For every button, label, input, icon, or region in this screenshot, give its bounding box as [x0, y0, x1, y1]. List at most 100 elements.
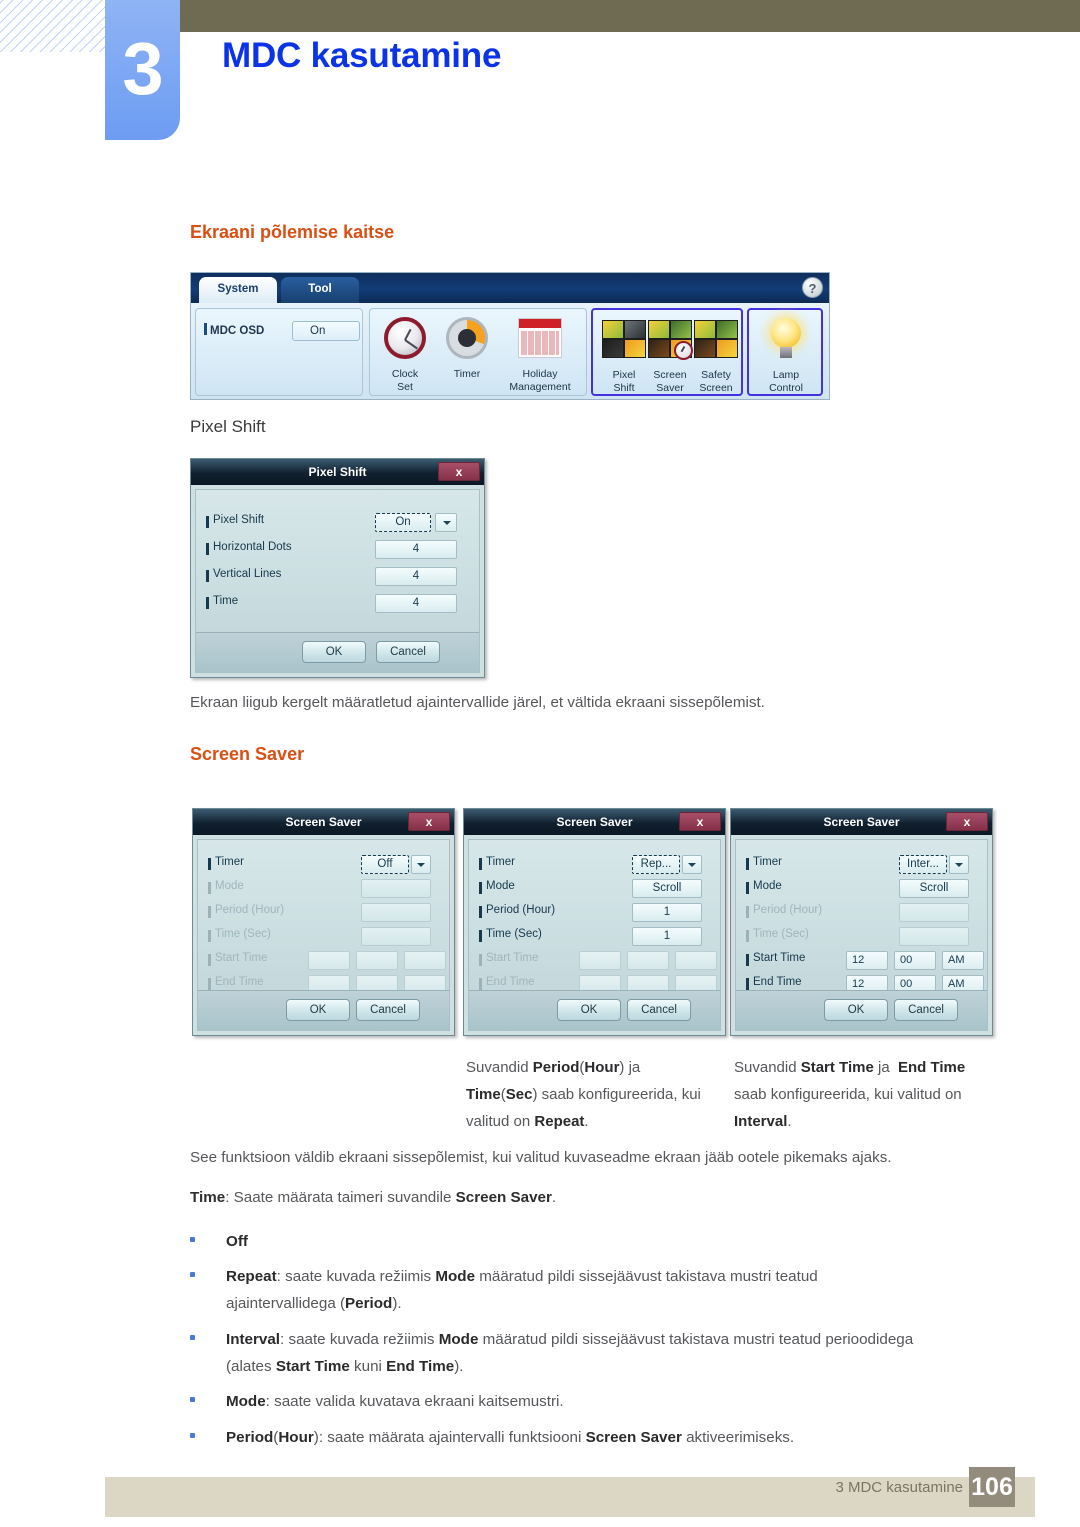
dialog-title: Screen Saver	[285, 815, 362, 829]
row-timer: Timer Inter...	[736, 854, 987, 876]
footer-bar: 3 MDC kasutamine 106	[105, 1467, 1035, 1517]
row-marker-icon	[206, 597, 209, 609]
timer-dropdown-arrow[interactable]	[411, 855, 431, 874]
start-minute-stepper[interactable]: 00	[894, 951, 936, 970]
row-period: Period (Hour)	[198, 902, 449, 924]
mode-dropdown[interactable]: Scroll	[632, 879, 702, 898]
start-hour-stepper[interactable]	[308, 951, 350, 970]
tool-label-line2: Screen	[699, 381, 733, 394]
ok-button[interactable]: OK	[557, 999, 621, 1021]
close-icon[interactable]: x	[438, 462, 480, 481]
tool-holiday-management[interactable]: Holiday Management	[494, 315, 586, 393]
period-dropdown[interactable]	[899, 903, 969, 922]
row-marker-icon	[479, 858, 482, 870]
osd-marker-icon	[204, 323, 207, 335]
time-dropdown[interactable]: 4	[375, 594, 457, 613]
dialog-footer: OK Cancel	[736, 990, 987, 1030]
row-marker-icon	[208, 858, 211, 870]
list-item-text: Interval: saate kuvada režiimis Mode mää…	[226, 1331, 914, 1375]
close-icon[interactable]: x	[408, 812, 450, 831]
mode-dropdown[interactable]	[361, 879, 431, 898]
time-sec-dropdown[interactable]	[361, 927, 431, 946]
cancel-button[interactable]: Cancel	[356, 999, 420, 1021]
tool-label-line2: Shift	[613, 381, 635, 394]
timer-dropdown-arrow[interactable]	[949, 855, 969, 874]
tab-tool[interactable]: Tool	[281, 277, 359, 303]
list-item-text: Mode: saate valida kuvatava ekraani kait…	[226, 1393, 564, 1410]
close-icon[interactable]: x	[946, 812, 988, 831]
row-label: Time	[213, 595, 239, 607]
bullet-icon	[190, 1433, 195, 1438]
row-label: Timer	[753, 856, 782, 868]
tool-clock-set[interactable]: Clock Set	[374, 315, 436, 393]
dialog-title: Screen Saver	[823, 815, 900, 829]
tool-lamp-control[interactable]: Lamp Control	[755, 316, 817, 394]
cancel-button[interactable]: Cancel	[376, 641, 440, 663]
timer-dropdown[interactable]: Rep...	[632, 855, 680, 874]
row-period: Period (Hour) 1	[469, 902, 720, 924]
start-minute-stepper[interactable]	[627, 951, 669, 970]
tool-safety-screen[interactable]: Safety Screen	[685, 316, 747, 394]
mode-dropdown[interactable]: Scroll	[899, 879, 969, 898]
list-item: Off	[190, 1228, 990, 1255]
holiday-management-icon	[494, 315, 586, 365]
row-label: Time (Sec)	[215, 928, 271, 940]
help-icon[interactable]: ?	[802, 277, 823, 298]
row-marker-icon	[208, 882, 211, 894]
pixel-shift-dropdown-arrow[interactable]	[435, 513, 457, 532]
row-marker-icon	[479, 930, 482, 942]
row-marker-icon	[206, 570, 209, 582]
safety-screen-icon	[685, 316, 747, 366]
start-minute-stepper[interactable]	[356, 951, 398, 970]
bullet-icon	[190, 1335, 195, 1340]
timer-dropdown[interactable]: Inter...	[899, 855, 947, 874]
close-icon[interactable]: x	[679, 812, 721, 831]
dialog-titlebar: Pixel Shift x	[191, 459, 484, 485]
decorative-hatch-pattern	[0, 0, 120, 52]
start-ampm-stepper[interactable]	[404, 951, 446, 970]
time-sec-dropdown[interactable]	[899, 927, 969, 946]
time-sec-dropdown[interactable]: 1	[632, 927, 702, 946]
cancel-button[interactable]: Cancel	[627, 999, 691, 1021]
osd-dropdown[interactable]: On	[292, 321, 360, 341]
start-ampm-stepper[interactable]	[675, 951, 717, 970]
mdc-toolbar-screenshot: System Tool ? MDC OSD On Clock Set Timer…	[190, 272, 830, 400]
row-timer: Timer Rep...	[469, 854, 720, 876]
row-marker-icon	[746, 930, 749, 942]
period-dropdown[interactable]	[361, 903, 431, 922]
row-label: Timer	[486, 856, 515, 868]
row-marker-icon	[206, 543, 209, 555]
row-start-time: Start Time	[198, 950, 449, 972]
chevron-down-icon	[417, 863, 425, 867]
chevron-down-icon	[955, 863, 963, 867]
start-hour-stepper[interactable]: 12	[846, 951, 888, 970]
row-label: Mode	[753, 880, 782, 892]
section-heading-burn-protection: Ekraani põlemise kaitse	[190, 222, 395, 242]
horizontal-dots-dropdown[interactable]: 4	[375, 540, 457, 559]
row-label: Mode	[215, 880, 244, 892]
subheading-pixel-shift: Pixel Shift	[190, 417, 266, 436]
ok-button[interactable]: OK	[286, 999, 350, 1021]
period-dropdown[interactable]: 1	[632, 903, 702, 922]
tool-label-line1: Holiday	[522, 368, 558, 380]
row-label: End Time	[753, 976, 802, 988]
start-ampm-stepper[interactable]: AM	[942, 951, 984, 970]
row-label: Start Time	[753, 952, 806, 964]
ok-button[interactable]: OK	[302, 641, 366, 663]
row-marker-icon	[746, 978, 749, 990]
tool-timer[interactable]: Timer	[436, 315, 498, 381]
chapter-number: 3	[122, 27, 163, 110]
vertical-lines-dropdown[interactable]: 4	[375, 567, 457, 586]
cancel-button[interactable]: Cancel	[894, 999, 958, 1021]
bullet-icon	[190, 1237, 195, 1242]
dialog-body: Timer Off Mode Period (Hour) Time (Sec)	[197, 839, 450, 1031]
caption-repeat: Suvandid Period(Hour) ja Time(Sec) saab …	[466, 1059, 701, 1130]
start-hour-stepper[interactable]	[579, 951, 621, 970]
list-item-text: Period(Hour): saate määrata ajaintervall…	[226, 1429, 795, 1446]
pixel-shift-dropdown[interactable]: On	[375, 513, 431, 532]
timer-dropdown[interactable]: Off	[361, 855, 409, 874]
ok-button[interactable]: OK	[824, 999, 888, 1021]
row-label: Start Time	[486, 952, 539, 964]
timer-dropdown-arrow[interactable]	[682, 855, 702, 874]
tab-system[interactable]: System	[199, 277, 277, 303]
